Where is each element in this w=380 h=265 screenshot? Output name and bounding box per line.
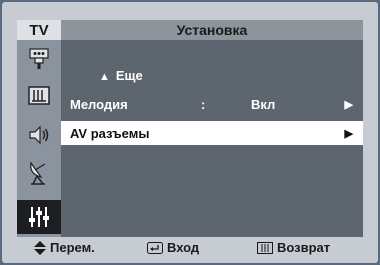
- enter-icon: [147, 241, 163, 254]
- channel-icon[interactable]: [24, 158, 54, 188]
- menu-title: Установка: [61, 20, 363, 40]
- menu-item-melody[interactable]: Мелодия : Вкл ▶: [61, 92, 363, 116]
- move-label: Перем.: [50, 240, 95, 255]
- hint-bar: Перем. Вход Возврат: [17, 237, 363, 259]
- right-arrow-icon: ▶: [344, 99, 353, 111]
- separator: :: [201, 97, 206, 112]
- more-item[interactable]: ▲ Еще: [99, 68, 143, 83]
- setup-icon[interactable]: [17, 200, 61, 234]
- av-connectors-label: AV разъемы: [70, 126, 150, 141]
- menu-item-av-connectors[interactable]: AV разъемы ▶: [61, 121, 363, 145]
- tv-label: TV: [17, 20, 61, 40]
- right-arrow-icon: ▶: [344, 128, 353, 140]
- melody-value: Вкл: [251, 97, 276, 112]
- up-down-icon: [34, 240, 46, 255]
- enter-hint: Вход: [147, 240, 199, 255]
- back-label: Возврат: [277, 240, 331, 255]
- input-icon[interactable]: [24, 44, 54, 74]
- sound-icon[interactable]: [24, 120, 54, 150]
- back-hint: Возврат: [257, 240, 330, 255]
- more-label: Еще: [115, 68, 143, 83]
- melody-label: Мелодия: [70, 97, 128, 112]
- category-sidebar: [17, 40, 61, 237]
- menu-icon: [257, 241, 273, 254]
- picture-icon[interactable]: [24, 81, 54, 111]
- move-hint: Перем.: [34, 240, 95, 255]
- up-arrow-icon: ▲: [99, 71, 110, 83]
- menu-panel: ▲ Еще Мелодия : Вкл ▶ AV разъемы ▶: [61, 40, 363, 237]
- enter-label: Вход: [167, 240, 200, 255]
